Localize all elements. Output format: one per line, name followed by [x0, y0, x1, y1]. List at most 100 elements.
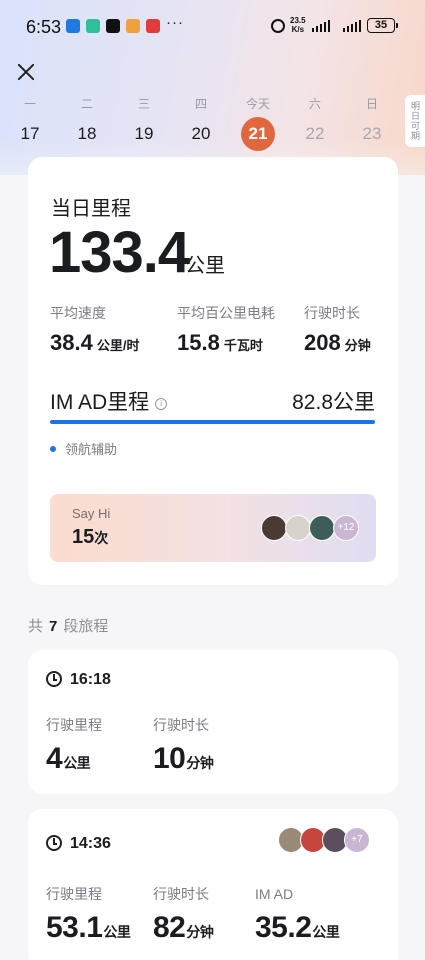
battery-icon: 35	[367, 18, 398, 33]
weekday-label: 一	[23, 97, 36, 111]
imad-distance-title: IM AD里程 i	[50, 386, 168, 416]
day-item[interactable]: 六 22	[295, 96, 335, 144]
weekday-label: 四	[194, 97, 207, 111]
stat-label: 行驶时长	[153, 717, 209, 733]
info-icon[interactable]: i	[155, 398, 168, 410]
more-notifications-icon: ···	[166, 14, 184, 31]
stat-value-row: 10分钟	[153, 742, 214, 776]
date-label: 21	[241, 117, 275, 151]
legend-dot-icon	[50, 446, 56, 452]
stat-label: 行驶时长	[153, 886, 209, 902]
trip-imad-stat: IM AD 35.2公里	[255, 885, 340, 945]
date-label: 23	[362, 124, 382, 143]
stat-label: IM AD	[255, 886, 294, 902]
sayhi-card[interactable]: Say Hi 15次 +12	[50, 494, 376, 562]
daily-summary-card: 当日里程 133.4 公里 平均速度 38.4 公里/时 平均百公里电耗 15.8…	[28, 157, 398, 585]
avatar	[261, 515, 287, 541]
trip-count-prefix: 共	[28, 618, 44, 635]
trip-distance-stat: 行驶里程 53.1公里	[46, 885, 131, 945]
app-notification-icon	[126, 19, 140, 33]
day-item-selected[interactable]: 今天 21	[238, 96, 278, 151]
trip-count-suffix: 段旅程	[63, 618, 109, 635]
stat-value: 4	[46, 742, 63, 775]
weekday-label: 日	[365, 97, 378, 111]
day-item[interactable]: 日 23	[352, 96, 392, 144]
stat-value-row: 82分钟	[153, 911, 214, 945]
trip-duration-stat: 行驶时长 82分钟	[153, 885, 214, 945]
daily-distance-unit: 公里	[185, 255, 225, 277]
avg-speed-stat: 平均速度 38.4 公里/时	[50, 304, 139, 356]
stat-unit: 公里	[63, 755, 91, 771]
sayhi-count: 15	[72, 526, 95, 548]
daily-distance-title: 当日里程	[51, 198, 131, 220]
trip-start-time: 16:18	[70, 671, 111, 688]
avatar	[285, 515, 311, 541]
sayhi-label: Say Hi	[72, 506, 111, 521]
imad-distance-value: 82.8公里	[292, 391, 375, 414]
stat-label: 行驶里程	[46, 717, 102, 733]
imad-legend: 领航辅助	[50, 439, 117, 458]
stat-value: 53.1	[46, 911, 103, 944]
stat-label: 行驶里程	[46, 886, 102, 902]
day-item[interactable]: 三 19	[124, 96, 164, 144]
imad-progress-bar	[50, 420, 375, 424]
tiktok-icon	[106, 19, 120, 33]
energy-consumption-stat: 平均百公里电耗 15.8 千瓦时	[177, 304, 275, 356]
imad-title-text: IM AD里程	[50, 391, 150, 414]
network-speed-value: 23.5	[290, 16, 306, 25]
stat-unit: 分钟	[344, 338, 371, 353]
weekday-label: 二	[80, 97, 93, 111]
drive-duration-stat: 行驶时长 208 分钟	[304, 304, 371, 356]
day-item[interactable]: 一 17	[10, 96, 50, 144]
trip-count-value: 7	[49, 618, 58, 635]
stat-value-row: 208 分钟	[304, 330, 371, 356]
legend-label: 领航辅助	[65, 442, 118, 457]
stat-unit: 公里	[103, 924, 131, 940]
stat-value-row: 38.4 公里/时	[50, 330, 139, 356]
app-notification-icon	[146, 19, 160, 33]
date-label: 17	[20, 124, 40, 143]
app-notification-icon	[66, 19, 80, 33]
stat-value-row: 35.2公里	[255, 911, 340, 945]
daily-distance-value: 133.4	[49, 220, 190, 285]
stat-unit: 分钟	[186, 755, 214, 771]
stat-value-row: 15.8 千瓦时	[177, 330, 275, 356]
day-item[interactable]: 四 20	[181, 96, 221, 144]
date-label: 18	[77, 124, 97, 143]
stat-label: 行驶时长	[304, 305, 360, 321]
avatar-more-badge: +7	[344, 827, 370, 853]
close-icon[interactable]	[14, 60, 38, 84]
avatar-more-badge: +12	[333, 515, 359, 541]
sayhi-avatars: +12	[261, 515, 361, 541]
signal-icon	[312, 20, 336, 32]
app-notification-icon	[86, 19, 100, 33]
trip-start-time: 14:36	[70, 835, 111, 852]
day-item[interactable]: 二 18	[67, 96, 107, 144]
stat-value: 35.2	[255, 911, 312, 944]
stat-unit: 分钟	[186, 924, 214, 940]
date-label: 22	[305, 124, 325, 143]
stat-label: 平均速度	[50, 305, 106, 321]
sayhi-count-row: 15次	[72, 526, 108, 549]
stat-label: 平均百公里电耗	[177, 305, 275, 321]
tomorrow-tab[interactable]: 明日可期	[405, 95, 425, 147]
stat-value: 208	[304, 330, 341, 355]
weekday-label: 今天	[245, 97, 270, 111]
weekday-label: 六	[308, 97, 321, 111]
network-speed: 23.5 K/s	[290, 16, 306, 34]
date-label: 19	[134, 124, 154, 143]
stat-value: 15.8	[177, 330, 220, 355]
network-speed-unit: K/s	[291, 25, 305, 34]
trip-card[interactable]: 16:18 行驶里程 4公里 行驶时长 10分钟	[28, 650, 398, 794]
alarm-icon	[271, 19, 285, 33]
status-time: 6:53	[26, 17, 62, 37]
signal-icon	[343, 20, 363, 32]
stat-value: 82	[153, 911, 186, 944]
trip-card[interactable]: 14:36 +7 行驶里程 53.1公里 行驶时长 82分钟 IM AD 35.…	[28, 809, 398, 960]
date-label: 20	[191, 124, 211, 143]
weekday-label: 三	[137, 97, 150, 111]
clock-icon	[46, 671, 62, 687]
trip-count-header: 共 7 段旅程	[28, 615, 108, 636]
stat-value-row: 53.1公里	[46, 911, 131, 945]
trip-duration-stat: 行驶时长 10分钟	[153, 716, 214, 776]
